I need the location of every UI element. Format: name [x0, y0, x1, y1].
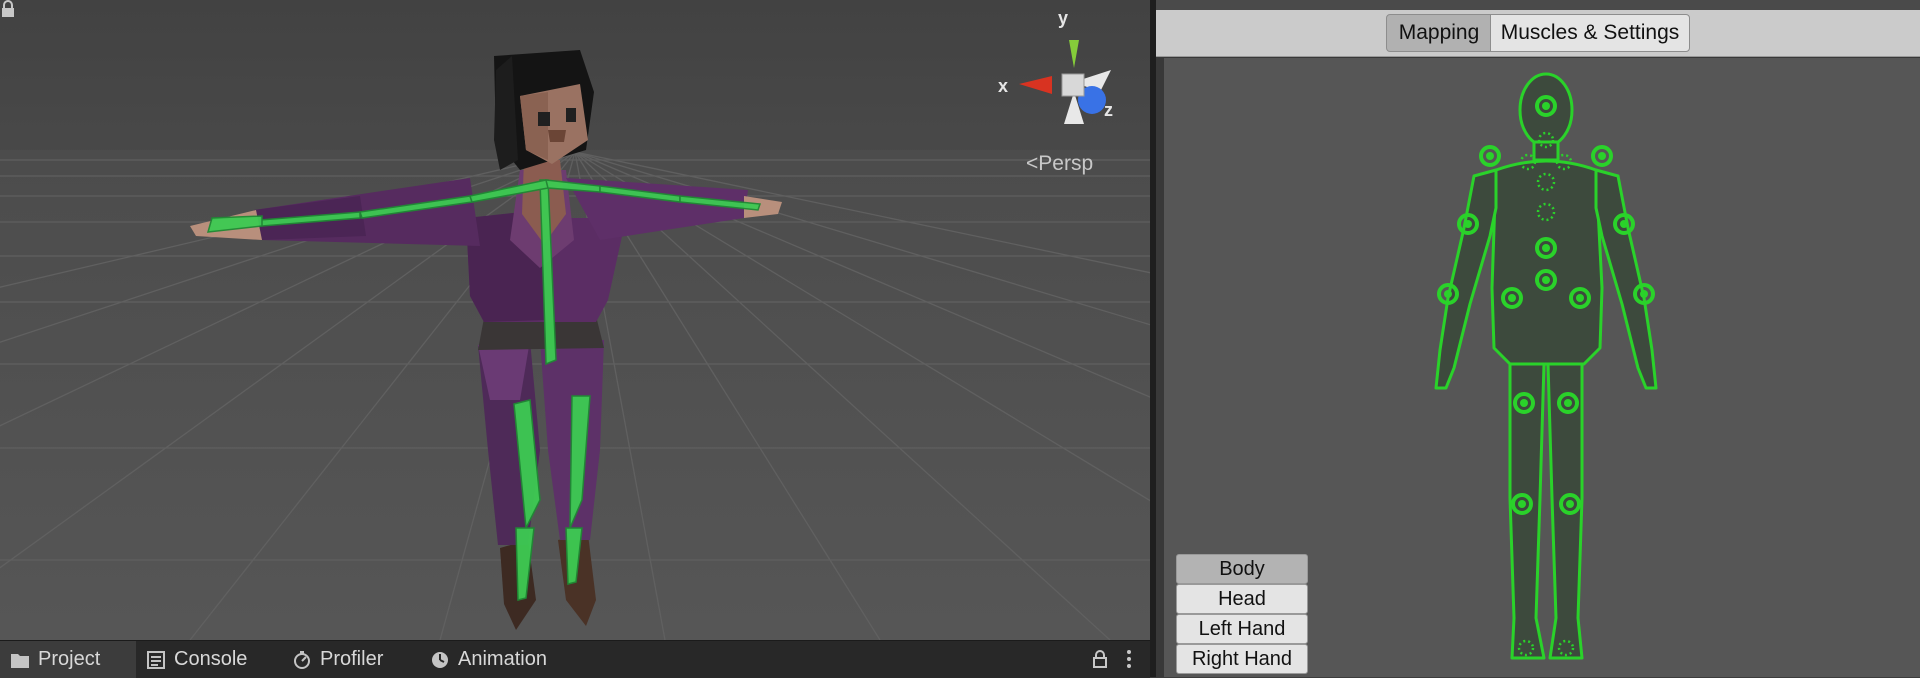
tab-mapping[interactable]: Mapping	[1386, 14, 1492, 52]
tab-profiler[interactable]: Profiler	[292, 641, 383, 678]
bottom-tab-bar: Project Console Profiler Animation	[0, 640, 1150, 678]
tab-profiler-label: Profiler	[320, 648, 384, 670]
avatar-body-view: Body Head Left Hand Right Hand	[1164, 58, 1920, 677]
tab-project[interactable]: Project	[0, 641, 136, 678]
tab-project-label: Project	[38, 648, 101, 670]
gizmo-x-label: x	[998, 76, 1009, 96]
profiler-icon	[294, 650, 310, 669]
scene-view[interactable]: <Persp y x z	[0, 0, 1150, 640]
figure-left-arm	[1434, 168, 1498, 390]
folder-icon	[11, 653, 29, 668]
console-icon	[147, 650, 165, 669]
lock-icon[interactable]	[1092, 649, 1108, 669]
tab-animation[interactable]: Animation	[430, 641, 547, 678]
scene-viewport[interactable]	[0, 0, 1150, 640]
gizmo-y-label: y	[1058, 8, 1069, 28]
figure-torso	[1490, 159, 1604, 366]
avatar-config-panel: Mapping Muscles & Settings Body Head Lef…	[1156, 0, 1920, 677]
tab-console[interactable]: Console	[146, 641, 247, 678]
avatar-toolbar: Mapping Muscles & Settings	[1156, 10, 1920, 57]
body-part-left-hand[interactable]: Left Hand	[1176, 614, 1308, 644]
figure-right-arm	[1594, 168, 1658, 390]
body-part-right-hand[interactable]: Right Hand	[1176, 644, 1308, 674]
tab-animation-label: Animation	[458, 648, 547, 670]
kebab-menu-icon[interactable]	[1126, 649, 1132, 669]
gizmo-z-label: z	[1104, 100, 1113, 120]
body-part-body[interactable]: Body	[1176, 554, 1308, 584]
animation-icon	[432, 651, 448, 668]
body-part-head[interactable]: Head	[1176, 584, 1308, 614]
figure-neck	[1532, 140, 1560, 162]
tab-muscles-settings[interactable]: Muscles & Settings	[1490, 14, 1690, 52]
tab-console-label: Console	[174, 648, 248, 670]
projection-label[interactable]: <Persp	[1026, 152, 1093, 176]
lock-icon[interactable]	[0, 0, 16, 18]
